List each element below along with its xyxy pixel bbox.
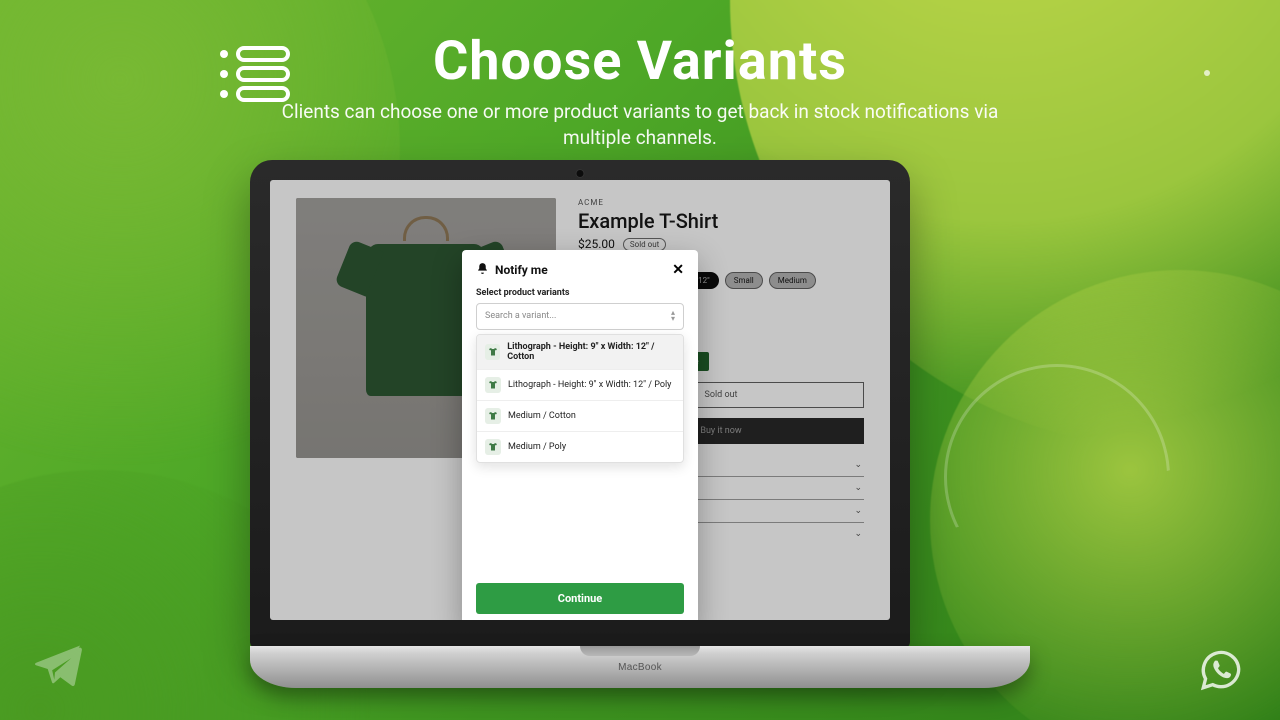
variant-option[interactable]: Medium / Cotton bbox=[477, 400, 683, 431]
variant-search-input[interactable]: Search a variant... ▴▾ bbox=[476, 303, 684, 330]
hero: Choose Variants Clients can choose one o… bbox=[0, 30, 1280, 150]
hero-subtitle: Clients can choose one or more product v… bbox=[280, 99, 1000, 150]
notify-modal: Notify me ✕ Select product variants Sear… bbox=[462, 250, 698, 620]
hero-title: Choose Variants bbox=[0, 30, 1280, 93]
modal-section-label: Select product variants bbox=[476, 288, 684, 298]
telegram-icon bbox=[30, 638, 86, 698]
laptop-label: MacBook bbox=[618, 662, 662, 673]
bell-icon bbox=[476, 262, 489, 278]
variant-option[interactable]: Lithograph - Height: 9" x Width: 12" / C… bbox=[477, 335, 683, 369]
laptop-mock: ACME Example T-Shirt $25.00 Sold out Siz… bbox=[250, 160, 1030, 688]
tshirt-icon bbox=[485, 408, 501, 424]
continue-button[interactable]: Continue bbox=[476, 583, 684, 614]
tshirt-icon bbox=[485, 377, 501, 393]
variant-option[interactable]: Medium / Poly bbox=[477, 431, 683, 462]
close-button[interactable]: ✕ bbox=[672, 263, 684, 277]
search-placeholder: Search a variant... bbox=[485, 311, 556, 321]
tshirt-icon bbox=[485, 439, 501, 455]
whatsapp-icon bbox=[1196, 644, 1246, 698]
updown-icon: ▴▾ bbox=[671, 310, 675, 323]
tshirt-icon bbox=[485, 344, 500, 360]
variant-dropdown: Lithograph - Height: 9" x Width: 12" / C… bbox=[476, 334, 684, 463]
camera-dot bbox=[576, 169, 585, 178]
modal-title: Notify me bbox=[495, 263, 548, 277]
variant-option[interactable]: Lithograph - Height: 9" x Width: 12" / P… bbox=[477, 369, 683, 400]
